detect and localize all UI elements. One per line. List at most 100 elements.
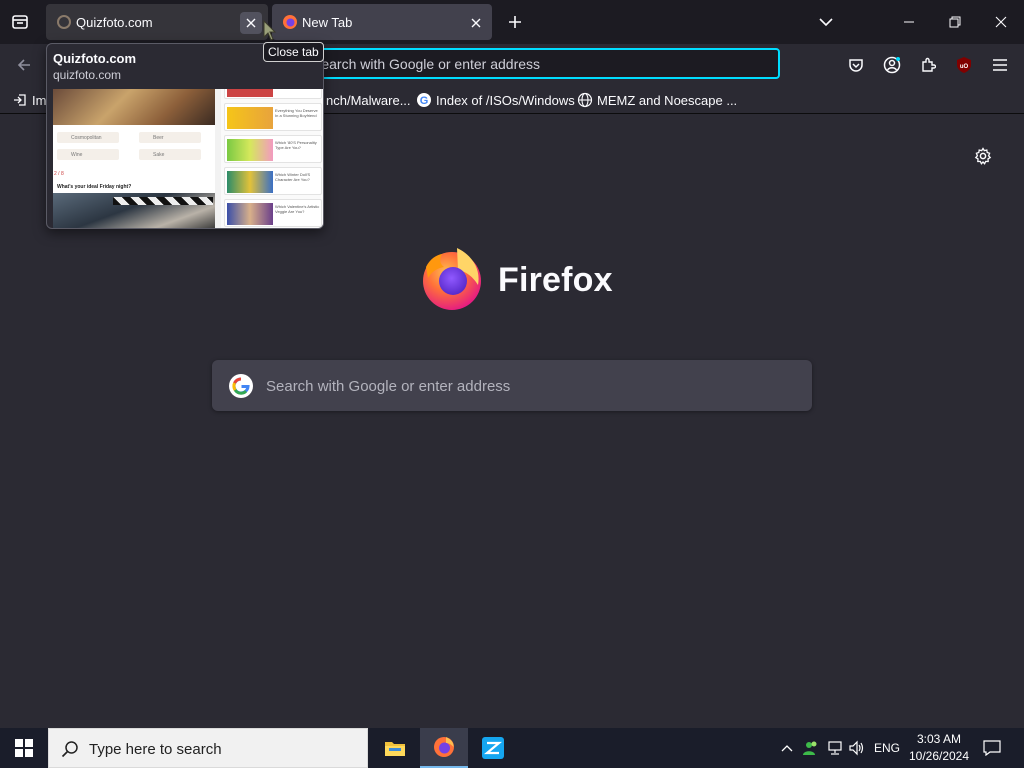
close-tab-button[interactable] <box>240 12 262 34</box>
address-bar[interactable] <box>300 48 780 79</box>
taskbar-search[interactable] <box>48 728 368 768</box>
file-explorer-button[interactable] <box>371 728 419 768</box>
preview-thumbnail: Cosmopolitan Beer Wine Sake 2 / 8 What's… <box>53 89 323 228</box>
network-tray-button[interactable] <box>824 728 846 768</box>
thumbnail-option: Wine <box>57 149 119 160</box>
thumbnail-side-card: Everything You Deserve In a Stunning Boy… <box>224 103 322 131</box>
clock-date: 10/26/2024 <box>908 749 970 763</box>
tab-preview-card: Quizfoto.com quizfoto.com Cosmopolitan B… <box>46 43 324 229</box>
import-icon <box>12 92 28 108</box>
people-tray-button[interactable] <box>800 728 822 768</box>
list-all-tabs-button[interactable] <box>814 10 838 34</box>
pocket-button[interactable] <box>844 53 868 77</box>
language-indicator[interactable]: ENG <box>870 728 904 768</box>
thumbnail-side-text: Which Winter Doll'S Character Are You? <box>275 172 311 182</box>
ublock-origin-button[interactable]: uO <box>952 53 976 77</box>
speaker-icon <box>849 740 864 756</box>
tab-title: New Tab <box>302 15 353 30</box>
thumbnail-side-card: Which '80'S Personality Type Are You? <box>224 135 322 163</box>
thumbnail-sidebar: Everything You Deserve In a Stunning Boy… <box>221 89 323 228</box>
tab-quizfoto[interactable]: Quizfoto.com <box>46 4 268 40</box>
preview-title: Quizfoto.com <box>53 51 137 66</box>
thumbnail-side-card: Which Valentine's Artistic Veggie Are Yo… <box>224 199 322 227</box>
network-icon <box>828 741 842 755</box>
bookmark-import[interactable]: Im <box>12 90 46 110</box>
firefox-logo-icon <box>420 245 484 316</box>
search-input[interactable] <box>264 374 794 398</box>
thumbnail-film-image <box>53 193 215 228</box>
app-menu-button[interactable] <box>988 53 1012 77</box>
minimize-icon <box>904 21 914 23</box>
thumbnail-side-text: Which Valentine's Artistic Veggie Are Yo… <box>275 204 320 214</box>
thumbnail-option: Sake <box>139 149 201 160</box>
thumbnail-option: Beer <box>139 132 201 143</box>
firefox-view-icon[interactable] <box>8 10 32 34</box>
close-icon <box>246 18 256 28</box>
plus-icon <box>509 16 521 28</box>
new-tab-search[interactable] <box>212 360 812 411</box>
firefox-icon <box>434 737 454 757</box>
windows-taskbar: ENG 3:03 AM 10/26/2024 <box>0 728 1024 768</box>
google-icon: G <box>416 92 432 108</box>
bookmark-label: nch/Malware... <box>326 92 411 108</box>
bookmark-label: Im <box>32 92 47 108</box>
tab-new-tab[interactable]: New Tab <box>272 4 492 40</box>
thumbnail-option: Cosmopolitan <box>57 132 119 143</box>
search-icon <box>61 740 79 763</box>
thumbnail-side-card: Which Winter Doll'S Character Are You? <box>224 167 322 195</box>
restore-button[interactable] <box>932 0 978 44</box>
account-icon <box>883 56 901 74</box>
restore-icon <box>949 16 961 28</box>
ublock-icon: uO <box>957 57 971 73</box>
app-z-icon <box>482 737 504 759</box>
clock-time: 3:03 AM <box>916 732 962 746</box>
new-tab-button[interactable] <box>503 10 527 34</box>
notification-icon <box>983 740 1001 756</box>
tab-strip: Quizfoto.com New Tab <box>0 0 1024 44</box>
bookmark-label: MEMZ and Noescape ... <box>597 92 738 108</box>
thumbnail-counter: 2 / 8 <box>54 171 64 177</box>
back-button[interactable] <box>12 53 36 77</box>
thumbnail-side-text: Everything You Deserve In a Stunning Boy… <box>275 108 318 118</box>
close-window-button[interactable] <box>978 0 1024 44</box>
extensions-button[interactable] <box>916 53 940 77</box>
puzzle-icon <box>922 57 936 72</box>
hamburger-icon <box>993 59 1007 71</box>
thumbnail-question: What's your ideal Friday night? <box>57 184 132 190</box>
firefox-wordmark: Firefox <box>498 260 613 299</box>
svg-text:uO: uO <box>960 64 969 70</box>
thumbnail-side-text: Which '80'S Personality Type Are You? <box>275 140 317 150</box>
close-tab-button[interactable] <box>465 12 487 34</box>
bookmark-label: Index of /ISOs/Windows <box>436 92 575 108</box>
volume-tray-button[interactable] <box>846 728 868 768</box>
quizfoto-favicon-icon <box>56 14 72 30</box>
people-icon <box>803 741 817 755</box>
clock[interactable]: 3:03 AM 10/26/2024 <box>904 731 974 765</box>
firefox-brand: Firefox <box>420 247 613 313</box>
svg-text:G: G <box>420 95 429 107</box>
pocket-icon <box>849 59 863 72</box>
taskbar-search-input[interactable] <box>87 738 357 760</box>
windows-logo-icon <box>15 739 33 757</box>
notifications-button[interactable] <box>978 728 1006 768</box>
thumbnail-side-card <box>224 89 322 99</box>
minimize-button[interactable] <box>886 0 932 44</box>
mouse-cursor-icon <box>263 19 277 47</box>
thumbnail-main-column: Cosmopolitan Beer Wine Sake 2 / 8 What's… <box>53 89 215 228</box>
thumbnail-hero-image <box>53 89 215 125</box>
bookmark-index-isos[interactable]: G Index of /ISOs/Windows <box>416 90 575 110</box>
chevron-up-icon <box>781 745 793 752</box>
bookmark-memz[interactable]: MEMZ and Noescape ... <box>577 90 737 110</box>
globe-icon <box>577 92 593 108</box>
account-button[interactable] <box>880 53 904 77</box>
close-icon <box>471 18 481 28</box>
customize-button[interactable] <box>971 144 995 168</box>
bookmark-malware[interactable]: nch/Malware... <box>326 90 411 110</box>
firefox-taskbar-button[interactable] <box>420 728 468 768</box>
tab-title: Quizfoto.com <box>76 15 153 30</box>
firefox-favicon-icon <box>282 14 298 30</box>
url-input[interactable] <box>310 53 770 75</box>
show-hidden-icons-button[interactable] <box>776 728 798 768</box>
zorin-app-button[interactable] <box>469 728 517 768</box>
start-button[interactable] <box>0 728 48 768</box>
